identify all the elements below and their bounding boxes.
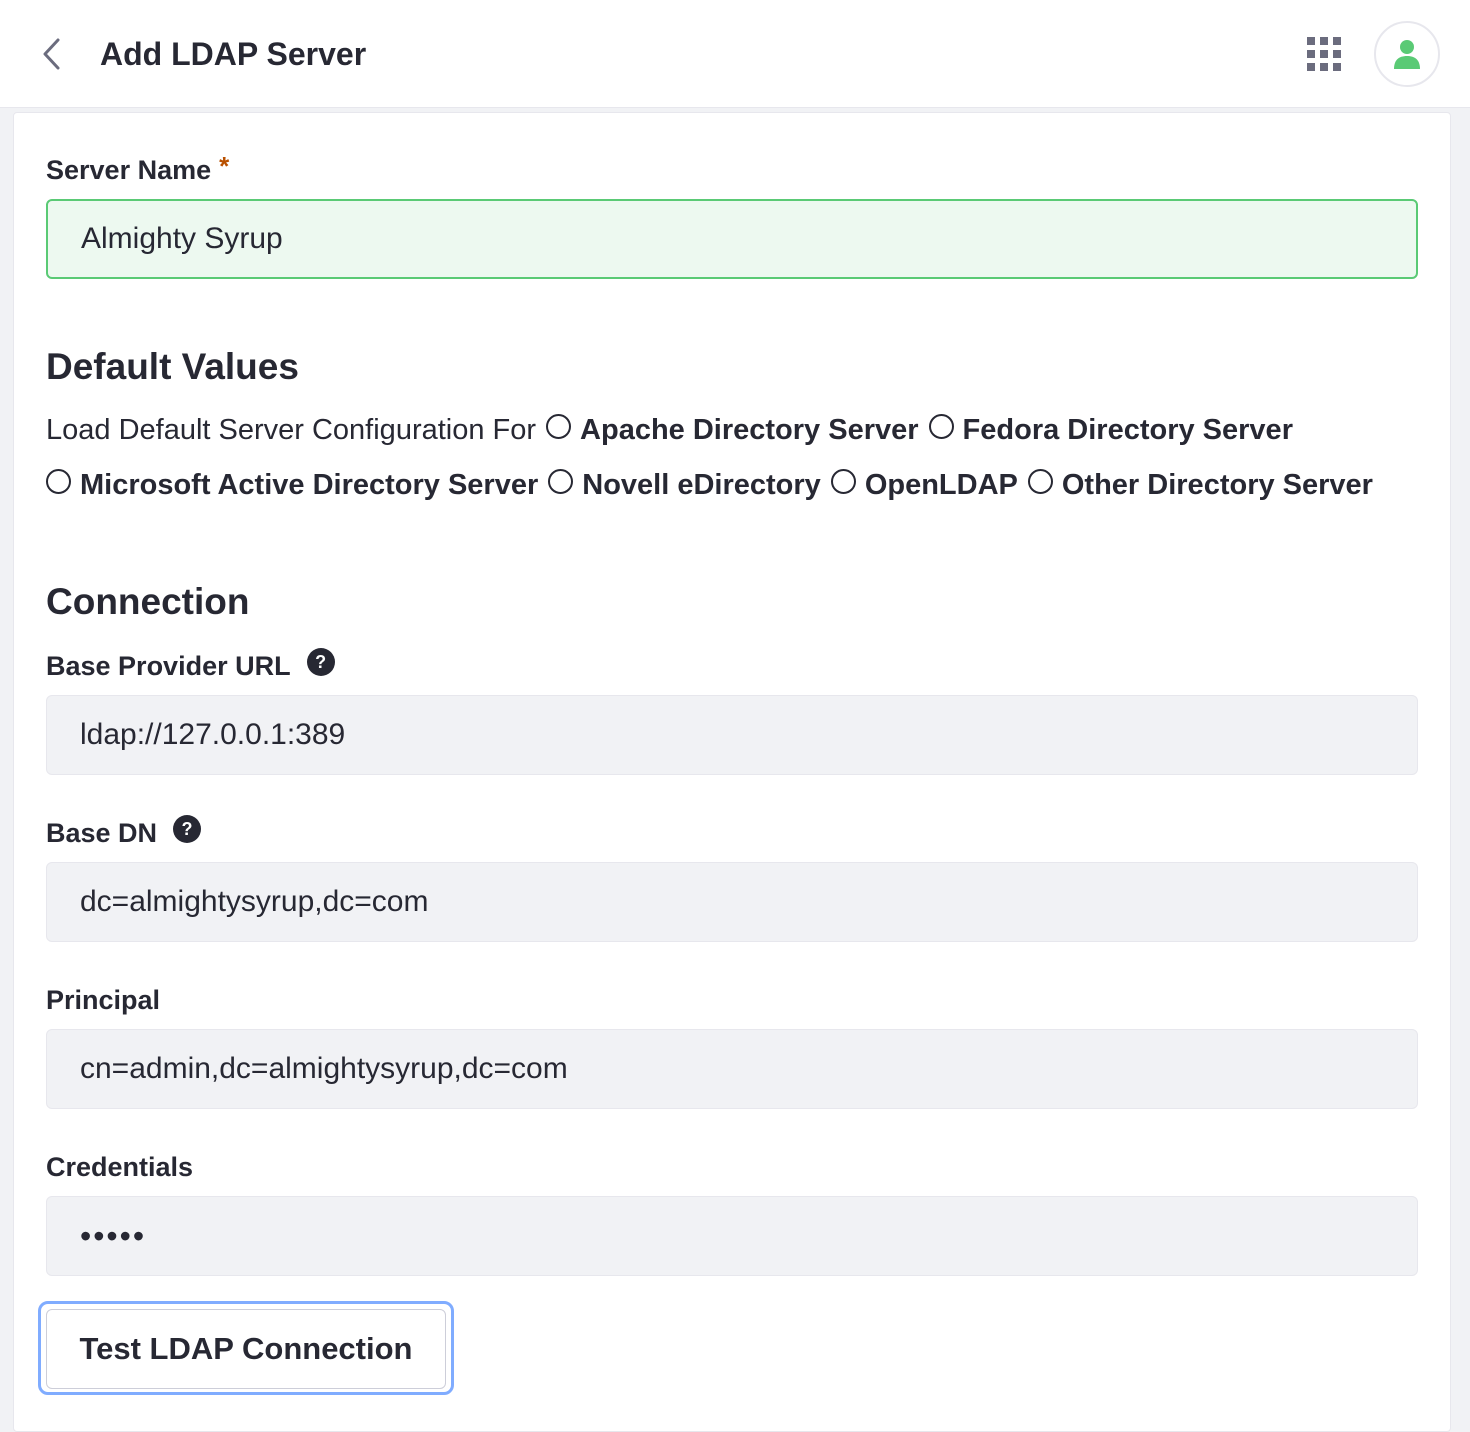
credentials-label-text: Credentials bbox=[46, 1152, 194, 1182]
default-config-row-2: Microsoft Active Directory Server Novell… bbox=[46, 467, 1383, 503]
top-bar: Add LDAP Server bbox=[0, 0, 1470, 108]
principal-input[interactable]: cn=admin,dc=almightysyrup,dc=com bbox=[46, 1029, 1418, 1109]
principal-label-text: Principal bbox=[46, 985, 161, 1015]
principal-label: Principal bbox=[46, 984, 160, 1016]
apps-button[interactable] bbox=[1304, 34, 1344, 74]
test-ldap-connection-button[interactable]: Test LDAP Connection bbox=[46, 1309, 446, 1389]
radio-label-microsoft: Microsoft Active Directory Server bbox=[80, 469, 539, 501]
credentials-input[interactable]: ••••• bbox=[46, 1196, 1418, 1276]
back-button[interactable] bbox=[32, 34, 72, 74]
base-provider-url-label-text: Base Provider URL bbox=[46, 651, 291, 681]
default-config-lead: Load Default Server Configuration For bbox=[46, 414, 537, 446]
page-title: Add LDAP Server bbox=[100, 36, 367, 72]
base-provider-url-label: Base Provider URL ? bbox=[46, 648, 335, 682]
radio-novell-edirectory[interactable] bbox=[548, 468, 574, 494]
radio-openldap[interactable] bbox=[830, 468, 856, 494]
radio-other-directory-server[interactable] bbox=[1027, 468, 1053, 494]
base-provider-url-input[interactable]: ldap://127.0.0.1:389 bbox=[46, 695, 1418, 775]
help-icon[interactable]: ? bbox=[173, 815, 202, 843]
default-config-row-1: Load Default Server Configuration For Ap… bbox=[46, 412, 1303, 448]
connection-heading: Connection bbox=[46, 581, 250, 622]
required-marker: * bbox=[219, 151, 230, 181]
radio-label-other: Other Directory Server bbox=[1061, 469, 1373, 501]
radio-label-openldap: OpenLDAP bbox=[864, 469, 1018, 501]
default-values-heading: Default Values bbox=[46, 346, 299, 387]
credentials-label: Credentials bbox=[46, 1151, 193, 1183]
base-dn-label-text: Base DN bbox=[46, 818, 158, 848]
base-dn-input[interactable]: dc=almightysyrup,dc=com bbox=[46, 862, 1418, 942]
server-name-input[interactable]: Almighty Syrup bbox=[46, 199, 1418, 279]
apps-grid-icon bbox=[1307, 37, 1341, 71]
radio-fedora-directory-server[interactable] bbox=[928, 413, 954, 439]
user-avatar[interactable] bbox=[1374, 21, 1440, 87]
server-name-label: Server Name * bbox=[46, 151, 229, 186]
radio-label-fedora: Fedora Directory Server bbox=[962, 414, 1293, 446]
radio-label-novell: Novell eDirectory bbox=[582, 469, 821, 501]
chevron-left-icon bbox=[43, 38, 60, 70]
radio-apache-directory-server[interactable] bbox=[546, 413, 572, 439]
server-name-label-text: Server Name bbox=[46, 155, 212, 185]
user-icon bbox=[1394, 40, 1420, 69]
help-icon[interactable]: ? bbox=[306, 648, 335, 676]
radio-microsoft-active-directory[interactable] bbox=[46, 468, 71, 494]
radio-label-apache: Apache Directory Server bbox=[580, 414, 919, 446]
base-dn-label: Base DN ? bbox=[46, 815, 202, 849]
